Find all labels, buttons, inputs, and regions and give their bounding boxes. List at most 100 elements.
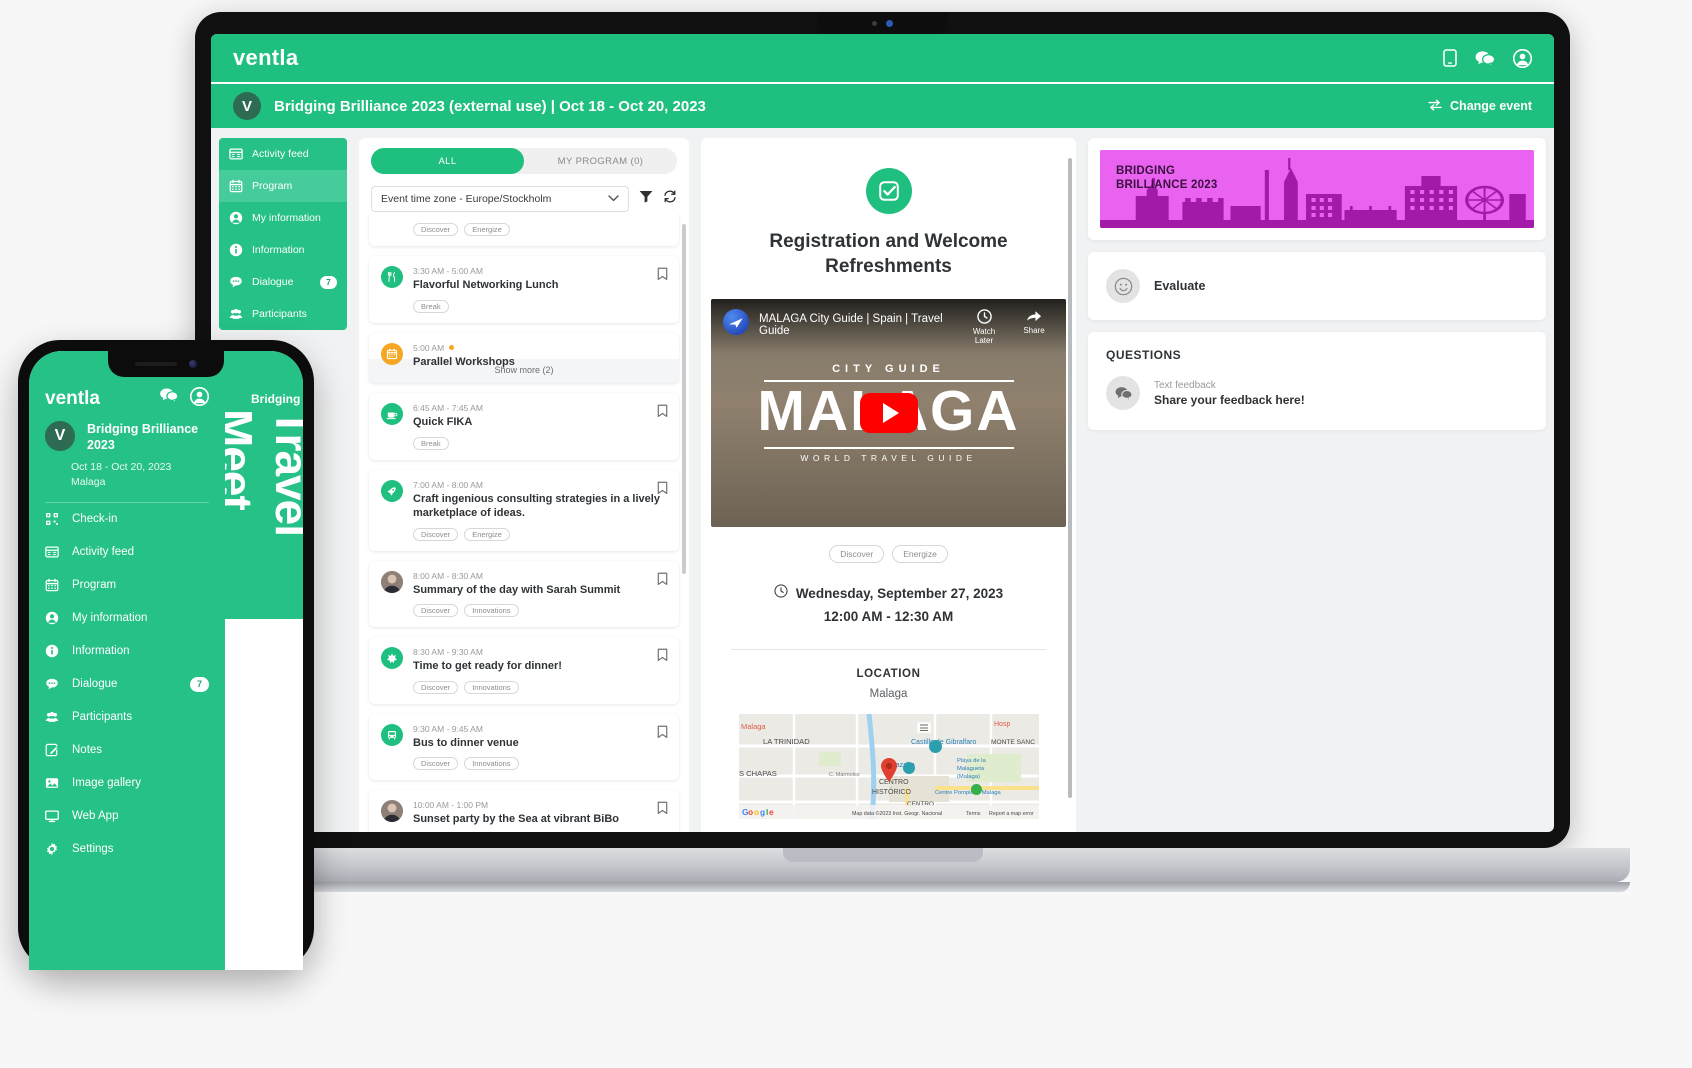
phone-menu-item-dialogue[interactable]: Dialogue 7 [29,668,225,701]
evaluate-card[interactable]: Evaluate [1088,252,1546,320]
youtube-play-icon[interactable] [859,393,918,434]
question-subtitle: Text feedback [1154,379,1216,391]
event-detail-datetime: Wednesday, September 27, 2023 12:00 AM -… [719,583,1058,629]
event-tag: Discover [413,223,459,236]
detail-tag: Energize [892,545,948,564]
share-button[interactable]: Share [1014,309,1054,335]
bookmark-icon[interactable] [657,648,668,667]
event-detail-title: Registration and Welcome Refreshments [769,231,1008,277]
smiley-icon [1106,269,1140,303]
sidebar-item-participants[interactable]: Participants [219,298,347,330]
phone-menu-item-web-app[interactable]: Web App [29,800,225,833]
detail-divider [731,649,1046,651]
phone-menu-item-participants[interactable]: Participants [29,701,225,734]
event-card[interactable]: 5:00 AM Parallel Workshops Show more (2) [369,332,679,384]
phone-menu-item-program[interactable]: Program [29,569,225,602]
sidebar-item-program[interactable]: Program [219,170,347,202]
phone-top-icons [159,386,210,411]
event-time: 9:30 AM - 9:45 AM [413,723,483,734]
bookmark-icon[interactable] [657,572,668,591]
event-time: 7:00 AM - 8:00 AM [413,479,483,490]
program-list-scrollbar[interactable] [682,224,686,574]
phone-event-avatar: V [45,421,75,451]
phone-menu-item-image-gallery[interactable]: Image gallery [29,767,225,800]
bookmark-icon[interactable] [657,725,668,744]
event-card[interactable]: 8:30 AM - 9:30 AM Time to get ready for d… [369,637,679,704]
event-card[interactable]: 8:00 AM - 8:30 AM Summary of the day with… [369,560,679,628]
sidebar-item-dialogue[interactable]: Dialogue 7 [219,266,347,298]
channel-avatar[interactable] [723,309,749,336]
sidebar-item-label: Information [252,244,305,256]
phone-drawer: ventla V Bridging Brilliance 2023 Oct 18… [29,351,225,970]
people-icon [229,307,243,321]
video-rule-bottom [763,447,1014,450]
phone-event-city: Malaga [71,475,106,488]
account-icon[interactable] [1513,48,1532,68]
svg-text:g: g [760,807,765,817]
tab-all[interactable]: ALL [371,148,524,174]
watch-later-button[interactable]: Watch Later [964,309,1004,345]
phone-menu-item-information[interactable]: Information [29,635,225,668]
gear-icon [45,842,60,857]
evaluate-label: Evaluate [1154,279,1206,293]
bookmark-icon[interactable] [657,481,668,500]
event-card[interactable]: 9:30 AM - 9:45 AM Bus to dinner venue Disc… [369,713,679,781]
svg-text:Hosp: Hosp [994,721,1010,728]
program-list-scroll[interactable]: Discover Energize 3:30 AM - 5:00 AM Flavorf… [359,214,689,832]
chat-bubbles-icon [1106,376,1140,410]
location-map[interactable]: Malaga LA TRINIDAD S CHAPAS C. Mármoles … [738,714,1039,820]
bookmark-icon[interactable] [657,267,668,286]
video-subline: WORLD TRAVEL GUIDE [800,453,977,464]
event-tag: Discover [413,527,459,541]
question-item[interactable]: Text feedback Share your feedback here! [1106,376,1528,410]
event-tag: Break [413,299,449,313]
people-icon [45,710,60,725]
sidebar-item-my-information[interactable]: My information [219,202,347,234]
phone-menu-item-activity-feed[interactable]: Activity feed [29,536,225,569]
sidebar-item-information[interactable]: Information [219,234,347,266]
event-title: Bridging Brilliance 2023 (external use) … [274,97,706,115]
checkbox-checked-icon [865,168,912,214]
bookmark-icon[interactable] [657,801,668,820]
speaker-avatar [381,800,403,823]
account-icon[interactable] [189,386,210,411]
timezone-select[interactable]: Event time zone - Europe/Stockholm [371,186,629,212]
event-card[interactable]: 6:45 AM - 7:45 AM Quick FIKA Break [369,393,679,460]
detail-scrollbar[interactable] [1068,158,1072,798]
change-event-button[interactable]: Change event [1428,99,1532,114]
phone-mockup: ventla V Bridging Brilliance 2023 Oct 18… [18,340,314,970]
bookmark-icon[interactable] [657,404,668,423]
phone-menu-item-notes[interactable]: Notes [29,734,225,767]
phone-ventla-logo[interactable]: ventla [45,388,100,410]
sidebar-item-label: Activity feed [252,148,309,160]
event-card[interactable]: 3:30 AM - 5:00 AM Flavorful Networking Lu… [369,256,679,323]
ventla-logo[interactable]: ventla [233,45,298,71]
chat-icon[interactable] [1475,50,1495,67]
event-tag: Innovations [464,680,519,694]
calendar-icon [45,578,60,593]
chat-icon[interactable] [159,387,179,411]
phone-menu-label: Image gallery [72,777,142,790]
event-time: 5:00 AM [413,343,667,353]
chat-icon [45,677,60,692]
video-embed[interactable]: CITY GUIDE MALAGA WORLD TRAVEL GUIDE [711,299,1066,528]
event-card[interactable]: 7:00 AM - 8:00 AM Craft ingenious consult… [369,469,679,551]
banner-title: BRIDGING BRILLIANCE 2023 [1116,165,1218,192]
refresh-icon[interactable] [663,190,677,208]
phone-menu-item-my-information[interactable]: My information [29,602,225,635]
sidebar-item-activity-feed[interactable]: Activity feed [219,138,347,170]
tab-my-program[interactable]: MY PROGRAM (0) [524,148,677,174]
filter-icon[interactable] [639,190,653,208]
mobile-icon[interactable] [1443,49,1457,67]
question-title: Share your feedback here! [1154,392,1305,407]
event-card-partial[interactable]: Discover Energize [369,214,679,246]
event-card[interactable]: 10:00 AM - 1:00 PM Sunset party by the Se… [369,790,679,832]
event-banner-card[interactable]: BRIDGING BRILLIANCE 2023 [1088,138,1546,240]
laptop-camera-dot [886,19,893,27]
video-channel-title[interactable]: MALAGA City Guide | Spain | Travel Guide [759,313,954,337]
phone-menu-item-settings[interactable]: Settings [29,833,225,866]
calendar-icon [381,342,403,365]
event-tags: Break [413,299,667,313]
phone-menu-item-check-in[interactable]: Check-in [29,503,225,536]
phone-screen: ventla V Bridging Brilliance 2023 Oct 18… [29,351,303,970]
